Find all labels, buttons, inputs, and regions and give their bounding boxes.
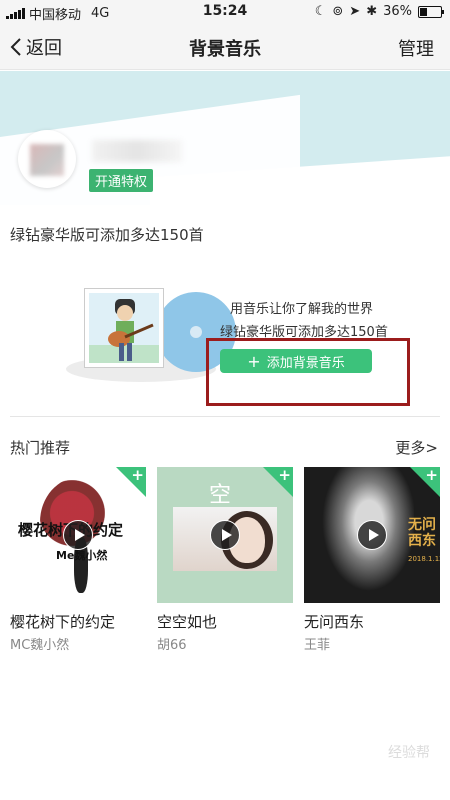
battery-icon: [418, 5, 444, 18]
empty-state-line2: 绿钻豪华版可添加多达150首: [220, 325, 388, 340]
status-right: ☾ ⊚ ➤ ✱ 36%: [314, 4, 444, 19]
blurred-avatar-image: [30, 144, 64, 176]
battery-percent: 36%: [383, 4, 412, 19]
artist-name: MC魏小然: [10, 638, 70, 653]
play-icon[interactable]: [210, 520, 240, 550]
guitarist-icon: [108, 299, 154, 361]
watermark: 经验帮: [388, 745, 430, 761]
play-icon[interactable]: [63, 520, 93, 550]
nav-bar: 返回 背景音乐 管理: [0, 24, 450, 70]
album-cover[interactable]: 无问西东 2018.1.12 +: [304, 467, 440, 603]
plus-icon: +: [247, 351, 261, 371]
cover-title-text: 空: [209, 483, 232, 508]
album-cover[interactable]: 樱花树下的约定 Me魏小然 +: [10, 467, 146, 603]
artist-name: 王菲: [304, 638, 331, 653]
capacity-info: 绿钻豪华版可添加多达150首: [10, 226, 204, 244]
plus-icon: +: [278, 467, 291, 484]
song-title: 无问西东: [304, 613, 365, 631]
recommend-card[interactable]: 无问西东 2018.1.12 + 无问西东 王菲: [304, 467, 440, 653]
plus-icon: +: [131, 467, 144, 484]
album-cover[interactable]: 空 +: [157, 467, 293, 603]
cover-title-text: 无问西东: [408, 517, 436, 549]
song-title: 空空如也: [157, 613, 218, 631]
song-title: 樱花树下的约定: [10, 613, 116, 631]
manage-button[interactable]: 管理: [398, 35, 434, 61]
add-background-music-button[interactable]: + 添加背景音乐: [220, 349, 372, 373]
moon-icon: ☾: [314, 4, 327, 19]
empty-state-line1: 用音乐让你了解我的世界: [230, 302, 374, 317]
location-icon: ➤: [349, 4, 361, 19]
play-icon[interactable]: [357, 520, 387, 550]
page-title: 背景音乐: [189, 39, 261, 60]
vip-badge-button[interactable]: 开通特权: [88, 168, 155, 193]
bluetooth-icon: ✱: [366, 4, 378, 19]
avatar[interactable]: [18, 130, 76, 188]
music-illustration: [66, 284, 236, 384]
recommend-section-title: 热门推荐: [10, 439, 71, 457]
recommend-card[interactable]: 空 + 空空如也 胡66: [157, 467, 293, 653]
blurred-nickname: [92, 140, 182, 162]
more-link[interactable]: 更多>: [395, 437, 438, 458]
picture-frame: [84, 288, 164, 368]
status-bar: 中国移动 4G 15:24 ☾ ⊚ ➤ ✱ 36%: [0, 0, 450, 24]
artist-name: 胡66: [157, 638, 187, 653]
cover-date-text: 2018.1.12: [408, 555, 440, 563]
section-divider: [10, 416, 440, 417]
plus-icon: +: [425, 467, 438, 484]
recommend-card[interactable]: 樱花树下的约定 Me魏小然 + 樱花树下的约定 MC魏小然: [10, 467, 146, 653]
add-button-label: 添加背景音乐: [266, 355, 345, 371]
lock-rotation-icon: ⊚: [332, 4, 344, 19]
